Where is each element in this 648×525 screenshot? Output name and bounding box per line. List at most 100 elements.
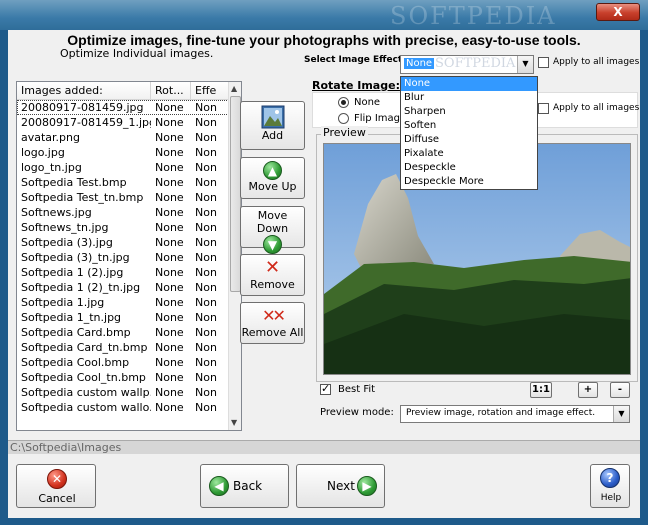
image-list[interactable]: Images added: Rot... Effe 20080917-08145… bbox=[16, 81, 242, 431]
table-row[interactable]: Softpedia custom wallp... None Non bbox=[17, 385, 229, 400]
rotation-cell: None bbox=[155, 191, 184, 204]
image-name-cell: Softpedia (3)_tn.jpg bbox=[21, 251, 130, 264]
help-button[interactable]: ? Help bbox=[590, 464, 630, 508]
effect-option[interactable]: Despeckle More bbox=[401, 175, 537, 189]
image-name-cell: Softpedia Cool_tn.bmp bbox=[21, 371, 146, 384]
list-rows: 20080917-081459.jpg None Non 20080917-08145… bbox=[17, 100, 229, 415]
effect-cell: Non bbox=[195, 386, 217, 399]
chevron-down-icon[interactable]: ▼ bbox=[613, 406, 629, 422]
image-name-cell: Softnews_tn.jpg bbox=[21, 221, 109, 234]
zoom-1to1-button[interactable]: 1:1 bbox=[530, 382, 552, 398]
rotation-cell: None bbox=[155, 371, 184, 384]
table-row[interactable]: Softpedia (3)_tn.jpg None Non bbox=[17, 250, 229, 265]
effect-options-list[interactable]: None Blur Sharpen Soften Diffuse Pixalate Desp… bbox=[400, 76, 538, 190]
table-row[interactable]: Softpedia 1_tn.jpg None Non bbox=[17, 310, 229, 325]
add-button[interactable]: Add bbox=[240, 101, 305, 150]
effect-option[interactable]: Pixalate bbox=[401, 147, 537, 161]
preview-mode-label: Preview mode: bbox=[320, 407, 394, 418]
remove-button[interactable]: ✕ Remove bbox=[240, 254, 305, 296]
table-row[interactable]: Softpedia Card.bmp None Non bbox=[17, 325, 229, 340]
effect-apply-all-label: Apply to all images bbox=[553, 57, 640, 67]
effect-cell: Non bbox=[195, 101, 217, 114]
arrow-down-icon: ▼ bbox=[263, 235, 282, 254]
move-down-label: Move Down bbox=[256, 209, 289, 235]
effect-option[interactable]: Soften bbox=[401, 119, 537, 133]
effect-option[interactable]: Diffuse bbox=[401, 133, 537, 147]
close-button[interactable]: X bbox=[596, 3, 640, 21]
rotation-cell: None bbox=[155, 326, 184, 339]
effect-option[interactable]: Despeckle bbox=[401, 161, 537, 175]
table-row[interactable]: Softpedia Test.bmp None Non bbox=[17, 175, 229, 190]
table-row[interactable]: logo.jpg None Non bbox=[17, 145, 229, 160]
page-subtitle: Optimize Individual images. bbox=[60, 47, 214, 60]
effect-cell: Non bbox=[195, 296, 217, 309]
effect-cell: Non bbox=[195, 116, 217, 129]
effect-label: Select Image Effect: bbox=[304, 55, 406, 65]
column-header-rotation[interactable]: Rot... bbox=[151, 82, 191, 99]
rotate-apply-all-checkbox[interactable] bbox=[538, 103, 549, 114]
cancel-icon: ✕ bbox=[47, 469, 67, 489]
column-header-effect[interactable]: Effe bbox=[191, 82, 229, 99]
table-row[interactable]: Softpedia Cool.bmp None Non bbox=[17, 355, 229, 370]
zoom-in-button[interactable]: + bbox=[578, 382, 598, 398]
effect-option[interactable]: Sharpen bbox=[401, 105, 537, 119]
table-row[interactable]: Softpedia custom wallo... None Non bbox=[17, 400, 229, 415]
image-name-cell: Softpedia Test_tn.bmp bbox=[21, 191, 144, 204]
image-name-cell: logo.jpg bbox=[21, 146, 65, 159]
table-row[interactable]: logo_tn.jpg None Non bbox=[17, 160, 229, 175]
next-button[interactable]: Next ▶ bbox=[296, 464, 385, 508]
effect-option[interactable]: None bbox=[401, 77, 537, 91]
wizard-client-area: Optimize images, fine-tune your photogra… bbox=[8, 30, 640, 518]
table-row[interactable]: Softpedia Card_tn.bmp None Non bbox=[17, 340, 229, 355]
current-path: C:\Softpedia\Images bbox=[8, 440, 640, 454]
rotation-cell: None bbox=[155, 206, 184, 219]
table-row[interactable]: avatar.png None Non bbox=[17, 130, 229, 145]
back-button[interactable]: ◀ Back bbox=[200, 464, 289, 508]
table-row[interactable]: Softpedia 1.jpg None Non bbox=[17, 295, 229, 310]
effect-select[interactable]: None SOFTPEDIA ▼ bbox=[400, 55, 534, 74]
table-row[interactable]: Softpedia 1 (2).jpg None Non bbox=[17, 265, 229, 280]
help-question-icon: ? bbox=[600, 468, 620, 488]
image-name-cell: Softpedia Card_tn.bmp bbox=[21, 341, 148, 354]
effect-cell: Non bbox=[195, 356, 217, 369]
table-row[interactable]: Softnews_tn.jpg None Non bbox=[17, 220, 229, 235]
cancel-button[interactable]: ✕ Cancel bbox=[16, 464, 96, 508]
image-name-cell: logo_tn.jpg bbox=[21, 161, 82, 174]
table-row[interactable]: 20080917-081459.jpg None Non bbox=[17, 100, 229, 115]
help-label: Help bbox=[600, 493, 622, 503]
best-fit-checkbox[interactable] bbox=[320, 382, 331, 395]
zoom-out-button[interactable]: - bbox=[610, 382, 630, 398]
add-image-icon bbox=[261, 105, 284, 129]
effect-cell: Non bbox=[195, 371, 217, 384]
remove-all-button[interactable]: ✕✕ Remove All bbox=[240, 302, 305, 344]
page-title: Optimize images, fine-tune your photogra… bbox=[67, 32, 581, 48]
table-row[interactable]: Softpedia 1 (2)_tn.jpg None Non bbox=[17, 280, 229, 295]
move-up-button[interactable]: ▲ Move Up bbox=[240, 157, 305, 199]
effect-cell: Non bbox=[195, 176, 217, 189]
back-label: Back bbox=[233, 479, 263, 493]
table-row[interactable]: Softpedia (3).jpg None Non bbox=[17, 235, 229, 250]
rotation-cell: None bbox=[155, 131, 184, 144]
scroll-up-icon[interactable]: ▲ bbox=[231, 84, 237, 93]
effect-cell: Non bbox=[195, 206, 217, 219]
scroll-down-icon[interactable]: ▼ bbox=[231, 418, 237, 427]
table-row[interactable]: Softpedia Cool_tn.bmp None Non bbox=[17, 370, 229, 385]
arrow-left-icon: ◀ bbox=[209, 476, 229, 496]
rotation-cell: None bbox=[155, 146, 184, 159]
effect-cell: Non bbox=[195, 251, 217, 264]
move-down-button[interactable]: Move Down ▼ bbox=[240, 206, 305, 254]
effect-apply-all-checkbox[interactable] bbox=[538, 57, 549, 68]
column-header-images[interactable]: Images added: bbox=[17, 82, 151, 99]
effect-option[interactable]: Blur bbox=[401, 91, 537, 105]
preview-mode-select[interactable]: Preview image, rotation and image effect… bbox=[400, 405, 630, 423]
image-name-cell: Softpedia custom wallo... bbox=[21, 401, 151, 414]
rotate-title: Rotate Image: bbox=[312, 79, 400, 92]
table-row[interactable]: 20080917-081459_1.jpg None Non bbox=[17, 115, 229, 130]
table-row[interactable]: Softnews.jpg None Non bbox=[17, 205, 229, 220]
list-header: Images added: Rot... Effe bbox=[17, 82, 229, 100]
chevron-down-icon[interactable]: ▼ bbox=[517, 56, 533, 73]
image-name-cell: Softpedia 1_tn.jpg bbox=[21, 311, 122, 324]
rotate-flip-radio[interactable] bbox=[338, 113, 349, 124]
rotate-none-radio[interactable] bbox=[338, 97, 349, 108]
table-row[interactable]: Softpedia Test_tn.bmp None Non bbox=[17, 190, 229, 205]
